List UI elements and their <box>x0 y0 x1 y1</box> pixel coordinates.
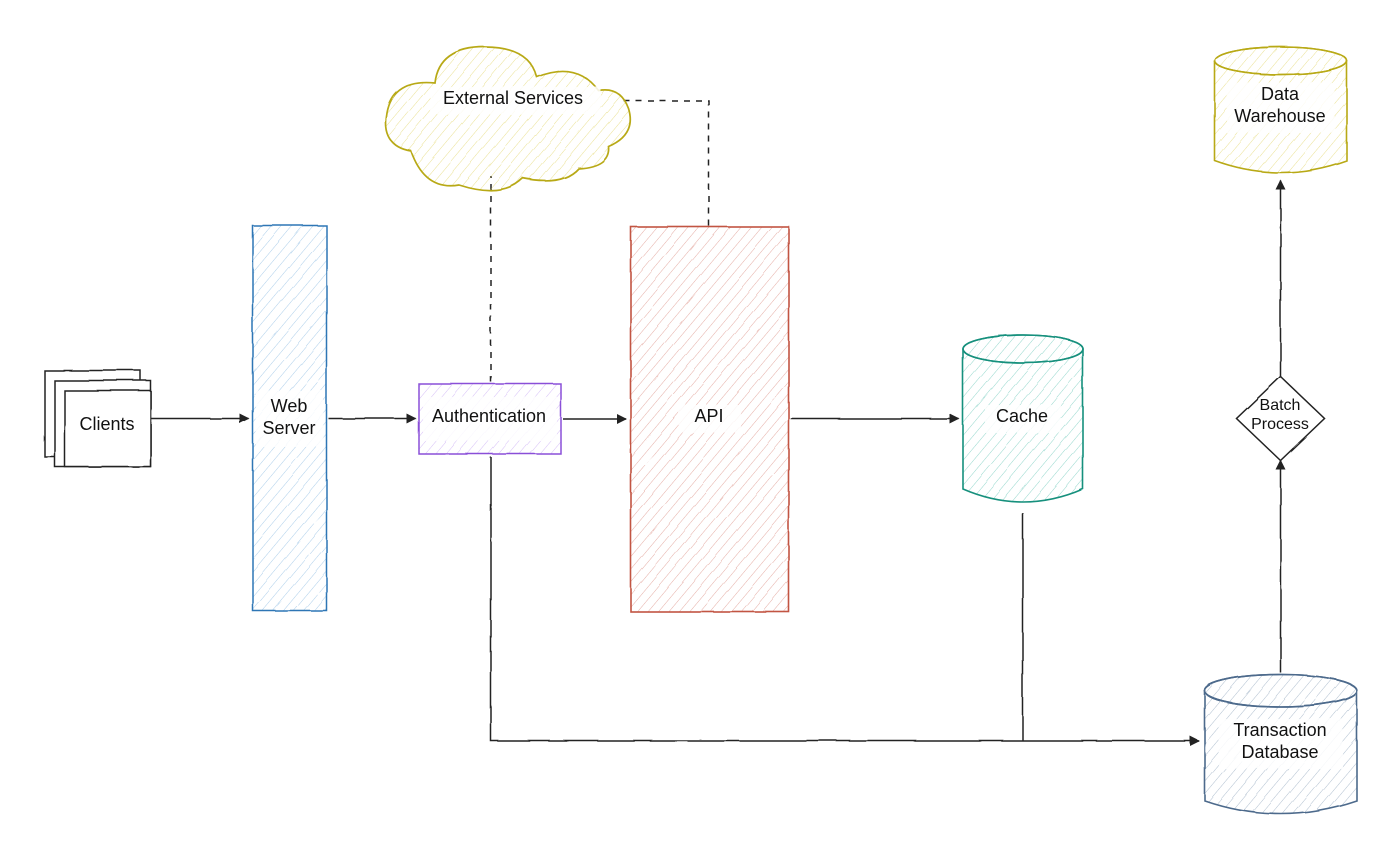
node-clients <box>44 370 150 466</box>
diagram-canvas: Clients Web Server Authentication API Ca… <box>0 0 1400 844</box>
node-transaction-database <box>1204 674 1356 813</box>
node-external-services <box>385 46 630 190</box>
node-batch-process <box>1236 376 1324 460</box>
node-data-warehouse <box>1214 46 1346 172</box>
node-cache <box>962 334 1082 501</box>
diagram-svg <box>0 0 1400 844</box>
node-web-server <box>252 225 326 610</box>
edge-api-external <box>620 100 708 225</box>
node-authentication <box>418 383 560 453</box>
edge-auth-txndb <box>490 456 1198 740</box>
node-api <box>630 226 788 611</box>
